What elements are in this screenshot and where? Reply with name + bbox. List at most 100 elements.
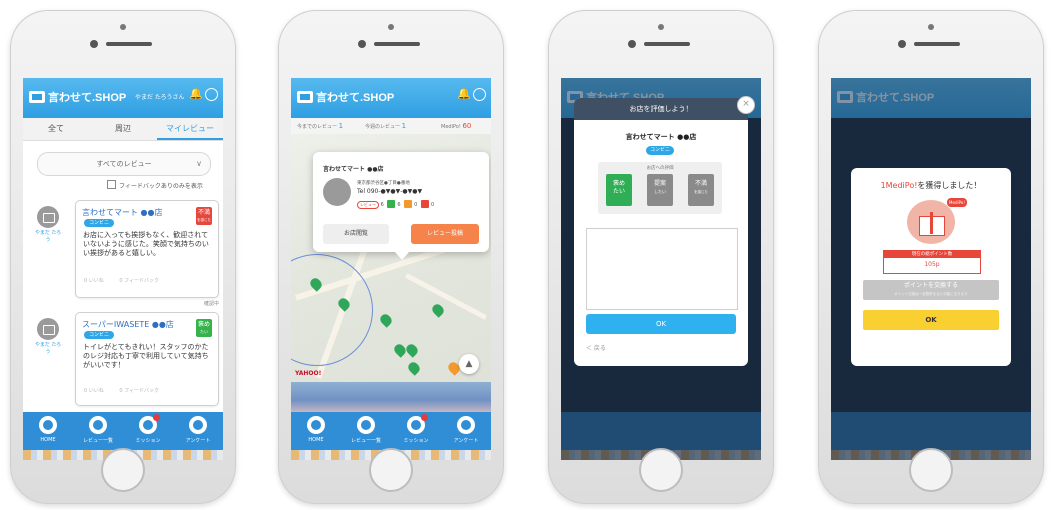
shop-marker[interactable]	[392, 342, 408, 358]
mission-icon	[139, 414, 160, 434]
rating-complaint-button[interactable]: 不満 を感じた	[688, 174, 714, 206]
pie-chart-icon	[189, 416, 207, 434]
post-review-button[interactable]: レビュー投稿	[411, 224, 479, 244]
feedback-button[interactable]: 0 フィードバック	[119, 278, 159, 284]
ok-button[interactable]: OK	[586, 314, 736, 334]
shop-marker[interactable]	[378, 312, 394, 328]
rating-badge: 不満 を感じた	[196, 207, 212, 225]
sensor	[898, 40, 906, 48]
navigation-arrow-icon[interactable]: ▲	[459, 354, 479, 374]
praise-icon	[387, 200, 396, 208]
ok-button[interactable]: OK	[863, 310, 999, 330]
stat-medipo: MediPo! 60	[441, 122, 472, 130]
bell-icon[interactable]: 🔔	[457, 88, 471, 100]
nav-home[interactable]: HOME	[291, 416, 341, 443]
like-button[interactable]: 0 いいね	[84, 278, 104, 284]
nav-home[interactable]: HOME	[23, 416, 73, 443]
chevron-down-icon: ∨	[196, 159, 202, 168]
shop-marker[interactable]	[406, 360, 422, 376]
feedback-checkbox[interactable]	[107, 180, 116, 189]
back-link[interactable]: ＜ 戻る	[586, 343, 606, 352]
nav-survey[interactable]: アンケート	[441, 416, 491, 444]
rate-shop-modal: お店を評価しよう！ 言わせてマート ●●店 コンビニ お店への評価 褒め たい 提…	[574, 98, 748, 366]
points-label: 現在の総ポイント数	[884, 251, 980, 258]
avatar	[37, 318, 59, 340]
tab-my-reviews[interactable]: マイレビュー	[157, 123, 223, 134]
nav-survey[interactable]: アンケート	[173, 416, 223, 444]
app-header: 言わせて.SHOP やまだ たろうさん 🔔	[23, 78, 223, 118]
view-shop-button[interactable]: お店閲覧	[323, 224, 389, 244]
exchange-points-button[interactable]: ポイントを交換する ポイント交換は一定数貯まると可能になります	[863, 280, 999, 300]
app-logo[interactable]: 言わせて.SHOP	[297, 89, 394, 105]
phone-frame-2: 言わせて.SHOP 🔔 今までのレビュー 1 今週のレビュー 1 MediPo!…	[278, 10, 504, 504]
shop-image-icon	[323, 178, 351, 206]
map-road	[405, 273, 487, 320]
stat-total-reviews: 今までのレビュー 1	[297, 122, 344, 130]
shop-marker[interactable]	[404, 342, 420, 358]
suggest-icon	[404, 200, 413, 208]
screen-my-reviews: 言わせて.SHOP やまだ たろうさん 🔔 全て 周辺 マイレビュー すべてのレ…	[23, 78, 223, 460]
home-button[interactable]	[101, 448, 145, 492]
tab-all[interactable]: 全て	[23, 123, 89, 134]
review-body: トイレがとてもきれい！スタッフのかたのレジ対応も丁寧で利用していて気持ちがいいで…	[83, 343, 209, 369]
feedback-button[interactable]: 0 フィードバック	[119, 388, 159, 394]
speaker	[914, 42, 960, 46]
review-status: 確認中	[203, 301, 219, 307]
tab-nearby[interactable]: 周辺	[90, 123, 156, 134]
nav-reviews[interactable]: レビュー一覧	[73, 416, 123, 444]
camera	[658, 24, 664, 30]
search-radius-circle	[291, 254, 373, 366]
user-icon[interactable]	[473, 88, 486, 101]
gift-icon	[907, 200, 955, 244]
feedback-filter[interactable]: フィードバックありのみを表示	[107, 180, 203, 190]
review-card[interactable]: 言わせてマート ●●店 コンビニ 不満 を感じた お店に入っても挨拶もなく、歓迎さ…	[75, 200, 219, 298]
review-shop-name[interactable]: スーパーIWASETE ●●店	[82, 319, 174, 330]
shop-marker[interactable]	[430, 302, 446, 318]
notification-dot	[421, 414, 428, 421]
review-card[interactable]: スーパーIWASETE ●●店 コンビニ 褒め たい トイレがとてもきれい！スタッ…	[75, 312, 219, 406]
rating-suggest-button[interactable]: 提案 したい	[647, 174, 673, 206]
review-shop-name[interactable]: 言わせてマート ●●店	[82, 207, 163, 218]
bell-icon[interactable]: 🔔	[189, 88, 203, 100]
rating-praise-button[interactable]: 褒め たい	[606, 174, 632, 206]
nav-mission[interactable]: ミッション	[123, 414, 173, 444]
close-icon[interactable]: ×	[737, 96, 755, 114]
review-textarea[interactable]	[586, 228, 738, 310]
phone-frame-3: 言わせて.SHOP お店を評価しよう！ 言わせてマート ●●店 コンビニ お店へ…	[548, 10, 774, 504]
category-badge: コンビニ	[84, 331, 115, 339]
map-provider-logo: YAHOO!	[295, 370, 322, 377]
like-button[interactable]: 0 いいね	[84, 388, 104, 394]
app-logo[interactable]: 言わせて.SHOP	[29, 89, 126, 105]
screen-map: 言わせて.SHOP 🔔 今までのレビュー 1 今週のレビュー 1 MediPo!…	[291, 78, 491, 460]
camera	[928, 24, 934, 30]
points-modal: 1MediPo!を獲得しました！ MediPo! 現在の総ポイント数 105p …	[851, 168, 1011, 366]
camera	[120, 24, 126, 30]
modal-shop-name: 言わせてマート ●●店	[625, 133, 697, 141]
current-points: 現在の総ポイント数 105p	[883, 250, 981, 274]
pencil-icon	[307, 416, 325, 434]
app-logo: 言わせて.SHOP	[837, 89, 934, 105]
complaint-icon	[420, 200, 429, 208]
home-button[interactable]	[909, 448, 953, 492]
notification-dot	[153, 414, 160, 421]
nav-mission[interactable]: ミッション	[391, 414, 441, 444]
review-actions: 0 いいね 0 フィードバック	[84, 277, 159, 284]
medipo-tag: MediPo!	[947, 198, 967, 207]
home-button[interactable]	[639, 448, 683, 492]
app-header-dimmed: 言わせて.SHOP	[831, 78, 1031, 118]
popup-shop-name: 言わせてマート ●●店	[323, 166, 384, 173]
category-badge: コンビニ	[646, 146, 674, 155]
sensor	[358, 40, 366, 48]
review-filter-select[interactable]: すべてのレビュー ∨	[37, 152, 211, 176]
avatar	[37, 206, 59, 228]
home-button[interactable]	[369, 448, 413, 492]
avatar-name: やまだ たろう	[34, 230, 62, 243]
nav-reviews[interactable]: レビュー一覧	[341, 416, 391, 444]
shop-logo-icon	[297, 91, 313, 103]
rating-options: お店への評価 褒め たい 提案 したい 不満 を感じた	[598, 162, 722, 214]
speaker	[106, 42, 152, 46]
review-body: お店に入っても挨拶もなく、歓迎されていないように感じた。笑顔で気持ちのいい挨拶が…	[83, 231, 209, 257]
points-earned-title: 1MediPo!を獲得しました！	[880, 181, 982, 190]
user-icon[interactable]	[205, 88, 218, 101]
chat-icon	[89, 416, 107, 434]
